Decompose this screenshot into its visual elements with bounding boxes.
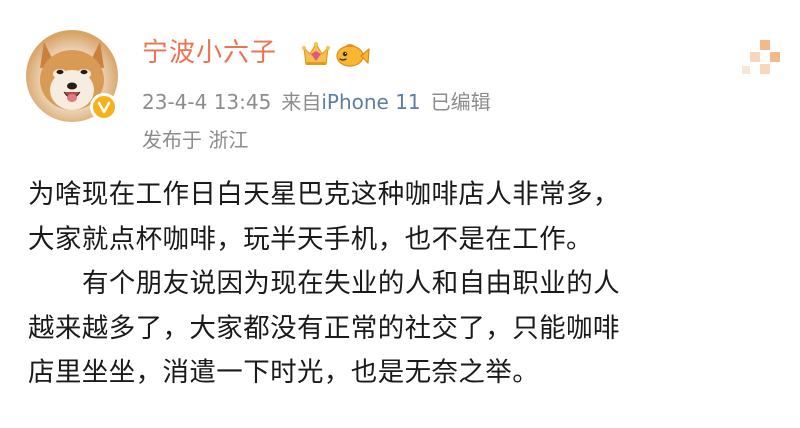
crown-badge-icon[interactable] xyxy=(300,38,332,70)
post-content: 为啥现在工作日白天星巴克这种咖啡店人非常多， 大家就点杯咖啡，玩半天手机，也不是… xyxy=(28,173,788,396)
verified-badge-icon xyxy=(90,93,118,121)
more-options-icon[interactable] xyxy=(740,38,788,86)
content-line: 大家就点杯咖啡，玩半天手机，也不是在工作。 xyxy=(28,223,593,255)
username-link[interactable]: 宁波小六子 xyxy=(142,36,277,70)
source-link[interactable]: iPhone 11 xyxy=(321,90,420,114)
post-time[interactable]: 23-4-4 13:45 xyxy=(142,90,271,114)
edited-label[interactable]: 已编辑 xyxy=(431,90,491,114)
source-prefix: 来自 xyxy=(281,90,322,114)
content-line: 越来越多了，大家都没有正常的社交了，只能咖啡 xyxy=(28,312,620,344)
post-meta: 23-4-4 13:45 来自iPhone 11 已编辑 xyxy=(142,88,491,116)
weibo-post: 宁波小六子 23-4-4 13:45 来自iPhone 11 已编辑 发布于 浙江 … xyxy=(0,0,800,428)
content-line: 为啥现在工作日白天星巴克这种咖啡店人非常多， xyxy=(28,179,620,210)
content-line: 店里坐坐，消遣一下时光，也是无奈之举。 xyxy=(28,357,540,388)
post-location: 发布于 浙江 xyxy=(142,128,249,152)
content-line: 有个朋友说因为现在失业的人和自由职业的人 xyxy=(82,268,620,299)
fish-badge-icon[interactable] xyxy=(334,38,370,70)
